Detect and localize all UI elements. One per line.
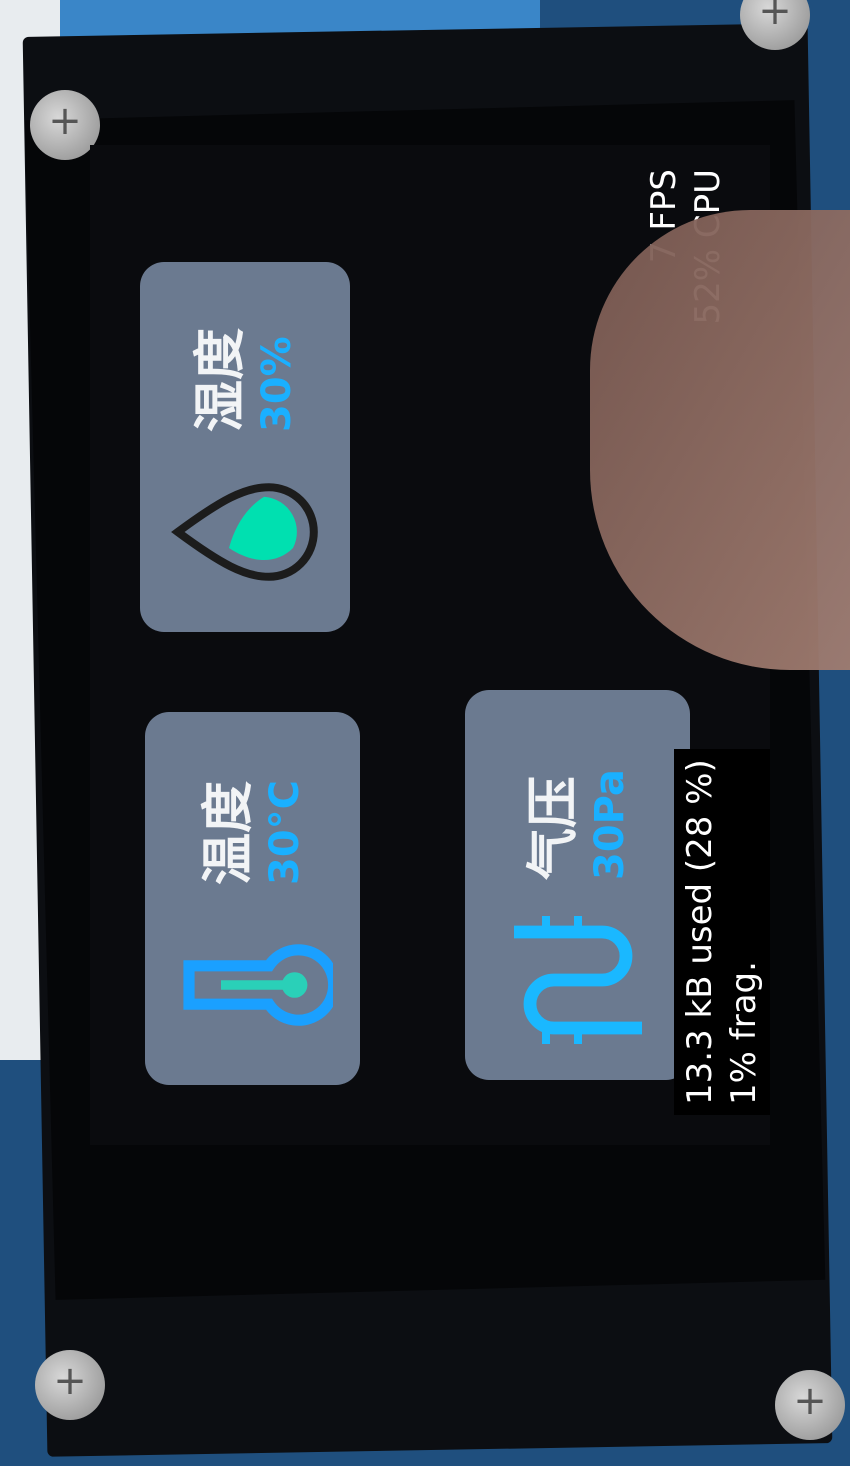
screw-icon xyxy=(775,1370,845,1440)
card-title: 温度 xyxy=(198,780,259,885)
memory-monitor: 13.3 kB used (28 %) 1% frag. xyxy=(674,749,770,1115)
card-value: 30°C xyxy=(261,779,308,885)
card-title: 气压 xyxy=(523,775,584,880)
thermometer-icon xyxy=(182,944,333,1026)
card-value: 30% xyxy=(254,336,300,432)
humidity-drop-icon xyxy=(171,483,318,581)
pressure-card[interactable]: 气压 30Pa xyxy=(465,690,690,1080)
mem-frag-label: 1% frag. xyxy=(724,961,764,1105)
mem-used-label: 13.3 kB used (28 %) xyxy=(680,759,720,1105)
humidity-card[interactable]: 湿度 30% xyxy=(140,262,350,632)
pressure-icon xyxy=(513,916,642,1044)
temperature-card[interactable]: 温度 30°C xyxy=(145,712,360,1085)
card-value: 30Pa xyxy=(586,769,633,880)
screw-icon xyxy=(35,1350,105,1420)
card-title: 湿度 xyxy=(191,327,251,432)
